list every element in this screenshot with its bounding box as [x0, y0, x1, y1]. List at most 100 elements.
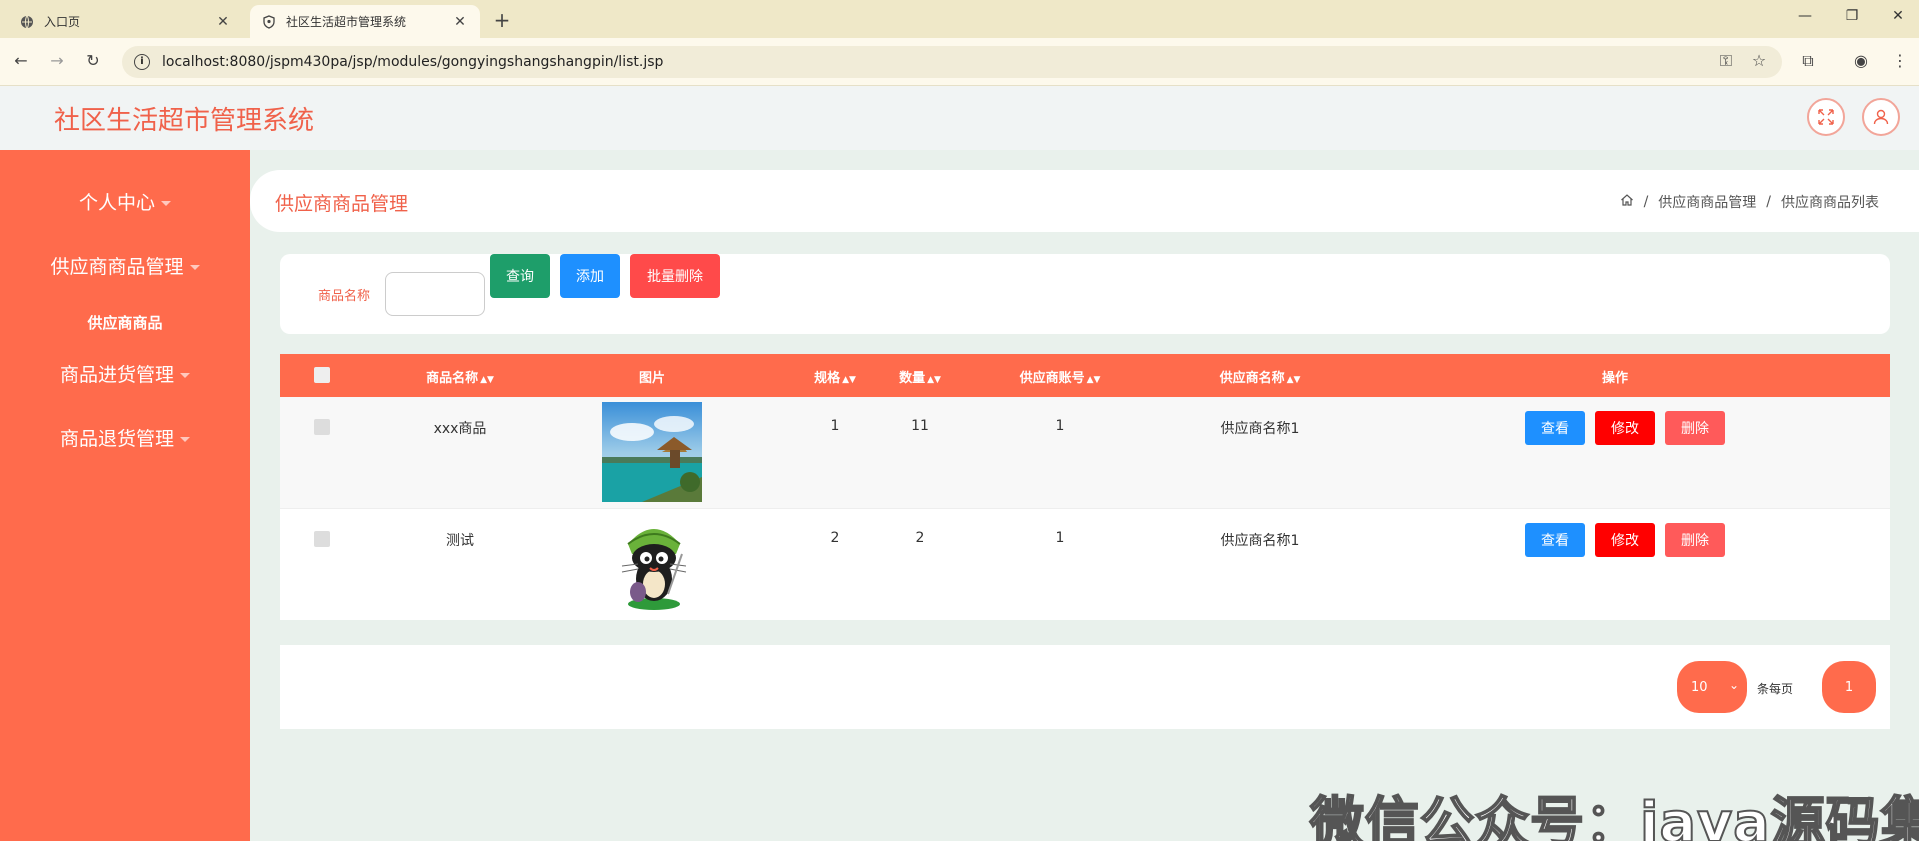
watermark: 微信公众号：java源码集合	[1309, 790, 1919, 841]
browser-tab-bar: 入口页 ✕ 社区生活超市管理系统 ✕ + — ❐ ✕	[0, 0, 1919, 38]
cell-account: 1	[1055, 418, 1065, 434]
edit-button[interactable]: 修改	[1595, 523, 1655, 557]
search-label: 商品名称	[318, 289, 371, 304]
key-icon[interactable]: ⚿	[1715, 50, 1737, 72]
column-header-qty[interactable]: 数量 ▲▼	[885, 367, 955, 386]
app-header: 社区生活超市管理系统	[0, 86, 1919, 150]
sidebar-item-label: 商品退货管理	[59, 428, 174, 450]
url-text: localhost:8080/jspm430pa/jsp/modules/gon…	[162, 54, 664, 70]
cell-qty: 11	[911, 418, 929, 434]
new-tab-icon[interactable]: +	[492, 8, 512, 32]
sidebar-item-personal-center[interactable]: 个人中心	[0, 188, 250, 215]
view-button[interactable]: 查看	[1525, 411, 1585, 445]
browser-tab-label: 入口页	[44, 15, 81, 29]
sort-icon: ▲▼	[927, 375, 941, 385]
minimize-icon[interactable]: —	[1795, 8, 1815, 24]
column-header-actions: 操作	[1601, 371, 1628, 386]
sidebar-item-supplier-goods[interactable]: 供应商商品管理	[0, 252, 250, 279]
search-input[interactable]	[385, 272, 485, 316]
delete-button[interactable]: 删除	[1665, 411, 1725, 445]
sidebar-item-label: 供应商商品管理	[50, 256, 184, 278]
breadcrumb: / 供应商商品管理 / 供应商商品列表	[1620, 192, 1879, 212]
caret-down-icon	[180, 437, 190, 442]
edit-button[interactable]: 修改	[1595, 411, 1655, 445]
product-image[interactable]	[602, 402, 702, 502]
sort-icon: ▲▼	[1286, 375, 1301, 385]
page-number-button[interactable]: 1	[1822, 661, 1876, 713]
sidebar-item-purchase[interactable]: 商品进货管理	[0, 360, 250, 387]
close-icon[interactable]: ✕	[452, 14, 468, 30]
column-header-spec[interactable]: 规格 ▲▼	[800, 367, 870, 386]
breadcrumb-item: 供应商商品列表	[1781, 195, 1879, 211]
product-image[interactable]	[602, 514, 702, 614]
breadcrumb-item[interactable]: 供应商商品管理	[1658, 192, 1756, 212]
caret-down-icon	[189, 265, 200, 270]
cell-spec: 1	[830, 418, 840, 434]
caret-down-icon	[180, 373, 190, 378]
page-title: 供应商商品管理	[275, 193, 409, 215]
row-checkbox[interactable]	[314, 419, 330, 435]
browser-tab-label: 社区生活超市管理系统	[286, 15, 407, 29]
sort-icon: ▲▼	[842, 375, 856, 385]
cell-spec: 2	[830, 530, 840, 546]
fullscreen-icon[interactable]	[1807, 98, 1845, 136]
cell-name: xxx商品	[433, 421, 487, 437]
browser-tab-app[interactable]: 社区生活超市管理系统 ✕	[250, 5, 480, 38]
column-header-label: 商品名称	[426, 371, 479, 386]
column-header-label: 规格	[814, 371, 841, 386]
url-field[interactable]: i localhost:8080/jspm430pa/jsp/modules/g…	[122, 46, 1782, 78]
page-size-value: 10	[1691, 679, 1708, 695]
shield-icon	[262, 14, 276, 29]
user-icon[interactable]	[1862, 98, 1900, 136]
add-button[interactable]: 添加	[560, 254, 620, 298]
query-button[interactable]: 查询	[490, 254, 550, 298]
cell-account: 1	[1055, 530, 1065, 546]
column-header-label: 数量	[899, 371, 926, 386]
sort-icon: ▲▼	[1086, 375, 1101, 385]
close-icon[interactable]: ✕	[215, 14, 231, 30]
home-icon[interactable]	[1620, 193, 1634, 211]
row-checkbox[interactable]	[314, 531, 330, 547]
table-row: 测试 2 2 1 供应商名称1 查看 修改 删除	[280, 508, 1890, 619]
column-header-account[interactable]: 供应商账号 ▲▼	[1000, 367, 1120, 386]
sidebar: 个人中心 供应商商品管理 供应商商品 商品进货管理 商品退货管理	[0, 150, 250, 841]
cell-supplier: 供应商名称1	[1220, 533, 1300, 549]
window-close-icon[interactable]: ✕	[1888, 8, 1908, 24]
app-title: 社区生活超市管理系统	[54, 106, 315, 136]
forward-icon[interactable]: →	[46, 50, 68, 72]
delete-button[interactable]: 删除	[1665, 523, 1725, 557]
column-header-supplier[interactable]: 供应商名称 ▲▼	[1200, 367, 1320, 386]
chevron-down-icon: ⌄	[1728, 678, 1739, 692]
globe-icon	[20, 15, 34, 29]
cell-supplier: 供应商名称1	[1220, 421, 1300, 437]
restore-icon[interactable]: ❐	[1842, 8, 1862, 24]
data-table: 商品名称 ▲▼ 图片 规格 ▲▼ 数量 ▲▼ 供应商账号 ▲▼ 供应商名称 ▲▼ 操作 x…	[280, 354, 1890, 620]
address-bar: ← → ↻ i localhost:8080/jspm430pa/jsp/mod…	[0, 38, 1919, 86]
media-icon[interactable]: ⧉	[1797, 50, 1819, 72]
pagination: 10 ⌄ 条每页 1	[280, 645, 1890, 729]
info-icon[interactable]: i	[134, 54, 150, 70]
profile-icon[interactable]: ◉	[1850, 50, 1872, 72]
column-header-name[interactable]: 商品名称 ▲▼	[410, 367, 510, 386]
column-header-label: 供应商账号	[1019, 371, 1085, 386]
star-icon[interactable]: ☆	[1748, 50, 1770, 72]
table-header: 商品名称 ▲▼ 图片 规格 ▲▼ 数量 ▲▼ 供应商账号 ▲▼ 供应商名称 ▲▼ 操作	[280, 354, 1890, 397]
table-row: xxx商品 1 11 1 供应商名称1 查看 修改 删除	[280, 397, 1890, 508]
sort-icon: ▲▼	[480, 375, 494, 385]
sidebar-subitem-supplier-goods[interactable]: 供应商商品	[0, 312, 250, 333]
sidebar-item-return[interactable]: 商品退货管理	[0, 424, 250, 451]
breadcrumb-separator: /	[1643, 194, 1649, 210]
breadcrumb-card: 供应商商品管理 / 供应商商品管理 / 供应商商品列表	[250, 170, 1919, 232]
view-button[interactable]: 查看	[1525, 523, 1585, 557]
column-header-image: 图片	[638, 371, 665, 386]
batch-delete-button[interactable]: 批量删除	[630, 254, 720, 298]
caret-down-icon	[161, 201, 171, 206]
page-size-select[interactable]: 10 ⌄	[1677, 661, 1747, 713]
cell-qty: 2	[915, 530, 925, 546]
browser-tab-home[interactable]: 入口页 ✕	[8, 5, 243, 38]
select-all-checkbox[interactable]	[314, 367, 330, 383]
menu-icon[interactable]: ⋮	[1889, 50, 1911, 72]
back-icon[interactable]: ←	[10, 50, 32, 72]
search-card: 商品名称 查询 添加 批量删除	[280, 254, 1890, 334]
reload-icon[interactable]: ↻	[82, 50, 104, 72]
